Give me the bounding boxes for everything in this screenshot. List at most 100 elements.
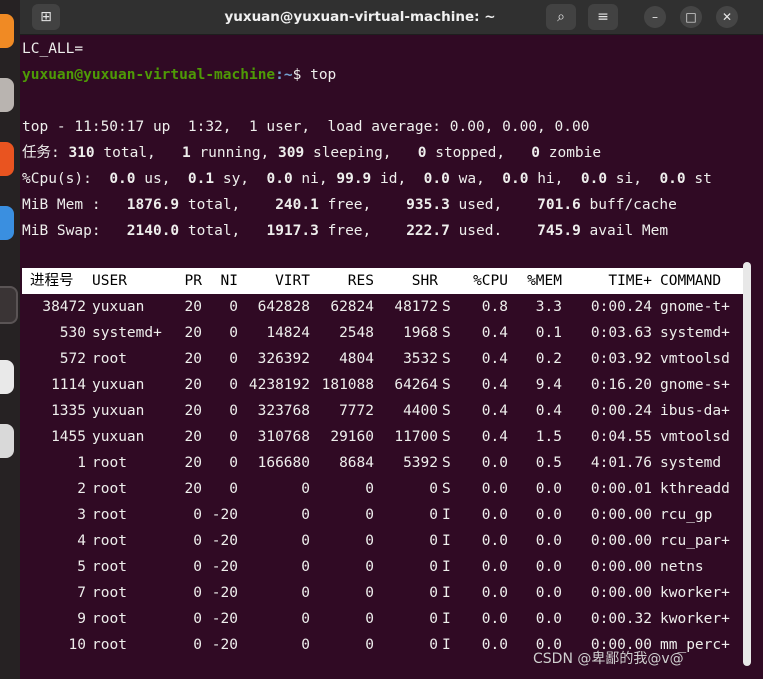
col-command: COMMAND bbox=[660, 273, 722, 289]
mem-label: MiB Mem : bbox=[22, 197, 101, 213]
process-pr: 0 bbox=[193, 637, 202, 653]
process-ni: -20 bbox=[211, 507, 238, 523]
prompt-user: yuxuan@yuxuan-virtual-machine bbox=[22, 67, 276, 83]
process-shr: 0 bbox=[429, 481, 438, 497]
process-s: S bbox=[442, 377, 451, 393]
process-pid: 7 bbox=[77, 585, 86, 601]
cpu-si: 0.0 bbox=[580, 171, 608, 187]
process-shr: 11700 bbox=[394, 429, 438, 445]
process-pid: 4 bbox=[77, 533, 86, 549]
new-tab-button[interactable]: ⊞ bbox=[32, 4, 60, 30]
close-icon: ✕ bbox=[721, 10, 733, 24]
process-pid: 5 bbox=[77, 559, 86, 575]
process-ni: 0 bbox=[229, 429, 238, 445]
process-mem: 0.0 bbox=[535, 507, 562, 523]
process-time: 0:00.00 bbox=[590, 533, 652, 549]
process-user: root bbox=[92, 481, 127, 497]
swap-free: 1917.3 bbox=[266, 223, 319, 239]
process-user: root bbox=[92, 585, 127, 601]
process-s: S bbox=[442, 299, 451, 315]
firefox-icon[interactable] bbox=[0, 14, 14, 48]
close-button[interactable]: ✕ bbox=[716, 6, 738, 28]
tasks-line: 任务: 310 total, 1 running, 309 sleeping, … bbox=[22, 140, 601, 166]
process-cpu: 0.8 bbox=[481, 299, 508, 315]
process-user: root bbox=[92, 611, 127, 627]
process-time: 0:00.00 bbox=[590, 507, 652, 523]
disc-icon[interactable] bbox=[0, 360, 14, 394]
process-user: root bbox=[92, 351, 127, 367]
process-shr: 0 bbox=[429, 507, 438, 523]
process-shr: 3532 bbox=[403, 351, 438, 367]
process-shr: 0 bbox=[429, 611, 438, 627]
process-s: S bbox=[442, 325, 451, 341]
process-res: 2548 bbox=[339, 325, 374, 341]
tasks-zombie-label: zombie bbox=[540, 145, 602, 161]
minimize-button[interactable]: – bbox=[644, 6, 666, 28]
process-res: 0 bbox=[365, 507, 374, 523]
help-icon[interactable] bbox=[0, 206, 14, 240]
new-tab-icon: ⊞ bbox=[40, 9, 52, 25]
process-pr: 20 bbox=[184, 455, 202, 471]
terminal-icon[interactable] bbox=[0, 286, 18, 324]
mem-cache-label: buff/cache bbox=[580, 197, 677, 213]
process-pr: 0 bbox=[193, 585, 202, 601]
process-cmd: vmtoolsd bbox=[660, 429, 730, 445]
process-time: 0:00.00 bbox=[590, 585, 652, 601]
search-button[interactable]: ⌕ bbox=[546, 4, 576, 30]
col-shr: SHR bbox=[411, 273, 438, 289]
process-virt: 166680 bbox=[257, 455, 310, 471]
col-s bbox=[442, 268, 456, 294]
process-user: root bbox=[92, 455, 127, 471]
process-pr: 0 bbox=[193, 611, 202, 627]
process-cmd: rcu_gp bbox=[660, 507, 713, 523]
software-store-icon[interactable] bbox=[0, 142, 14, 176]
process-mem: 1.5 bbox=[535, 429, 562, 445]
cpu-wa: 0.0 bbox=[423, 171, 450, 187]
process-cmd: gnome-t+ bbox=[660, 299, 730, 315]
process-res: 62824 bbox=[330, 299, 374, 315]
process-ni: -20 bbox=[211, 559, 238, 575]
files-icon[interactable] bbox=[0, 78, 14, 112]
tasks-zombie: 0 bbox=[531, 145, 540, 161]
terminal-scrollbar[interactable] bbox=[743, 262, 751, 666]
process-res: 0 bbox=[365, 585, 374, 601]
process-pr: 0 bbox=[193, 533, 202, 549]
ubuntu-dock bbox=[0, 0, 20, 679]
mem-free-label: free, bbox=[318, 197, 372, 213]
process-ni: 0 bbox=[229, 377, 238, 393]
process-row: 2 root 20 0 0 0 0 S 0.0 0.0 0:00.01 kthreadd bbox=[22, 476, 746, 502]
process-cpu: 0.0 bbox=[481, 481, 508, 497]
tasks-total: 310 bbox=[68, 145, 95, 161]
minimize-icon: – bbox=[652, 10, 658, 24]
process-time: 0:16.20 bbox=[590, 377, 652, 393]
process-pr: 0 bbox=[193, 507, 202, 523]
terminal-screen[interactable]: LC_ALL= yuxuan@yuxuan-virtual-machine:~$… bbox=[22, 34, 751, 653]
process-ni: 0 bbox=[229, 481, 238, 497]
process-cmd: netns bbox=[660, 559, 704, 575]
prompt-path: :~ bbox=[275, 67, 293, 83]
process-ni: 0 bbox=[229, 299, 238, 315]
trash-icon[interactable] bbox=[0, 424, 14, 458]
process-cmd: gnome-s+ bbox=[660, 377, 730, 393]
process-s: S bbox=[442, 429, 451, 445]
process-shr: 1968 bbox=[403, 325, 438, 341]
process-pid: 3 bbox=[77, 507, 86, 523]
process-user: root bbox=[92, 507, 127, 523]
process-pid: 1335 bbox=[51, 403, 86, 419]
maximize-icon: □ bbox=[685, 10, 697, 24]
prompt-line: yuxuan@yuxuan-virtual-machine:~$ top bbox=[22, 62, 336, 88]
process-time: 0:04.55 bbox=[590, 429, 652, 445]
terminal-window: ⊞ yuxuan@yuxuan-virtual-machine: ~ ⌕ ≡ –… bbox=[20, 0, 763, 679]
process-s: I bbox=[442, 585, 451, 601]
mem-used-label: used, bbox=[449, 197, 503, 213]
process-mem: 0.2 bbox=[535, 351, 562, 367]
process-pid: 1114 bbox=[51, 377, 86, 393]
cpu-ni-label: ni, bbox=[292, 171, 328, 187]
menu-button[interactable]: ≡ bbox=[588, 4, 618, 30]
cpu-sy: 0.1 bbox=[187, 171, 215, 187]
process-cmd: rcu_par+ bbox=[660, 533, 730, 549]
process-cpu: 0.0 bbox=[481, 507, 508, 523]
header-bar: ⊞ yuxuan@yuxuan-virtual-machine: ~ ⌕ ≡ –… bbox=[20, 0, 763, 35]
maximize-button[interactable]: □ bbox=[680, 6, 702, 28]
process-user: yuxuan bbox=[92, 429, 145, 445]
